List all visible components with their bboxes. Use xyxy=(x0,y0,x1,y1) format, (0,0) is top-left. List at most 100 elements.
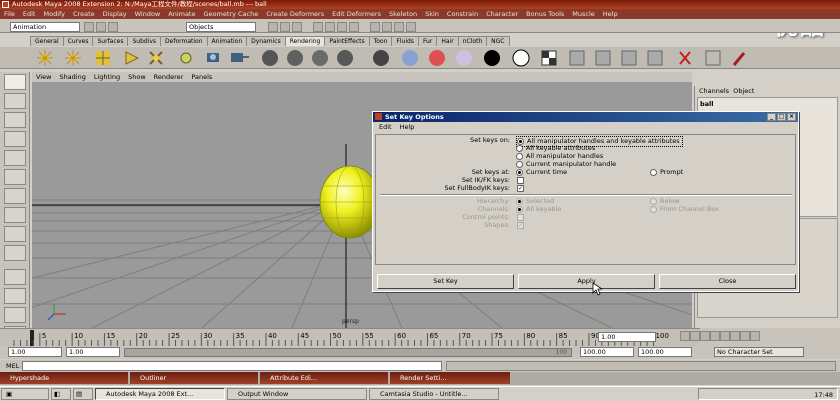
rotate-tool-icon[interactable] xyxy=(3,150,26,166)
camera-icon[interactable] xyxy=(207,53,219,62)
taskbar-maya[interactable]: Autodesk Maya 2008 Ext... xyxy=(95,388,225,400)
minimized-render-settings[interactable]: Render Setti... xyxy=(390,372,510,384)
tab-general[interactable]: General xyxy=(30,36,64,46)
tab-curves[interactable]: Curves xyxy=(62,36,94,46)
dialog-close-button[interactable]: × xyxy=(787,113,796,121)
render-settings-icon[interactable] xyxy=(406,22,417,32)
texture-icon[interactable] xyxy=(569,50,585,66)
play-backward-icon[interactable] xyxy=(710,331,720,341)
shapes-checkbox[interactable]: ✓ xyxy=(517,222,524,229)
dialog-menu-help[interactable]: Help xyxy=(400,123,415,131)
open-scene-icon[interactable] xyxy=(96,22,107,32)
light-linking-icon[interactable] xyxy=(705,50,721,66)
last-tool-icon[interactable] xyxy=(3,245,26,261)
tab-ngc[interactable]: NGC xyxy=(486,36,510,46)
anisotropic-sphere-icon[interactable] xyxy=(373,50,389,66)
checker-icon[interactable] xyxy=(541,50,557,66)
mel-input[interactable] xyxy=(22,361,442,371)
viewport-menu-view[interactable]: View xyxy=(36,73,51,81)
playback-start-field[interactable]: 1.00 xyxy=(66,347,120,357)
set-fullbodyik-checkbox[interactable]: ✓ xyxy=(517,185,524,192)
show-desktop-icon[interactable]: ▤ xyxy=(73,388,93,400)
menu-animate[interactable]: Animate xyxy=(168,10,195,18)
viewport-menu-shading[interactable]: Shading xyxy=(59,73,85,81)
step-back-key-icon[interactable] xyxy=(690,331,700,341)
select-tool-icon[interactable] xyxy=(3,74,26,90)
history-icon[interactable] xyxy=(369,22,380,32)
taskbar-camtasia[interactable]: Camtasia Studio - Untitle... xyxy=(369,388,499,400)
phong-sphere-icon[interactable] xyxy=(312,50,328,66)
sun-icon[interactable] xyxy=(37,50,53,66)
persp-outliner-layout-icon[interactable] xyxy=(3,307,26,323)
minimized-attribute-editor[interactable]: Attribute Edi... xyxy=(260,372,388,384)
tab-rendering[interactable]: Rendering xyxy=(284,36,326,46)
menu-help[interactable]: Help xyxy=(603,10,618,18)
tab-fur[interactable]: Fur xyxy=(417,36,438,46)
ipr-render-icon[interactable] xyxy=(394,22,405,32)
viewport-menu-lighting[interactable]: Lighting xyxy=(94,73,120,81)
selection-mode-dropdown[interactable]: Objects xyxy=(186,22,256,32)
menu-create[interactable]: Create xyxy=(73,10,95,18)
time-slider[interactable]: 5101520253035404550556065707580859095100 xyxy=(0,328,700,347)
camera-aim-icon[interactable] xyxy=(231,53,249,62)
viewport-menu-panels[interactable]: Panels xyxy=(191,73,212,81)
step-forward-frame-icon[interactable] xyxy=(730,331,740,341)
tab-ncloth[interactable]: nCloth xyxy=(457,36,488,46)
spot-light-icon[interactable] xyxy=(125,51,140,65)
menu-muscle[interactable]: Muscle xyxy=(572,10,595,18)
menu-geometry-cache[interactable]: Geometry Cache xyxy=(204,10,259,18)
dialog-minimize-button[interactable]: _ xyxy=(767,113,776,121)
tab-dynamics[interactable]: Dynamics xyxy=(246,36,286,46)
ramp-shader-icon[interactable] xyxy=(429,50,445,66)
menu-edit-deformers[interactable]: Edit Deformers xyxy=(332,10,381,18)
four-view-layout-icon[interactable] xyxy=(3,288,26,304)
menu-skeleton[interactable]: Skeleton xyxy=(389,10,417,18)
menu-create-deformers[interactable]: Create Deformers xyxy=(266,10,324,18)
start-time-field[interactable]: 1.00 xyxy=(8,347,62,357)
delete-icon[interactable] xyxy=(679,51,691,65)
tab-painteffects[interactable]: PaintEffects xyxy=(324,36,370,46)
character-set-dropdown[interactable]: No Character Set xyxy=(714,347,804,357)
minimized-outliner[interactable]: Outliner xyxy=(130,372,258,384)
blinn-sphere-icon[interactable] xyxy=(287,50,303,66)
range-slider[interactable]: 100 xyxy=(124,348,572,357)
render-icon[interactable] xyxy=(381,22,392,32)
set-key-button[interactable]: Set Key xyxy=(377,274,514,289)
minimized-hypershade[interactable]: Hypershade xyxy=(0,372,128,384)
lasso-tool-icon[interactable] xyxy=(3,93,26,109)
tab-fluids[interactable]: Fluids xyxy=(391,36,419,46)
dialog-menu-edit[interactable]: Edit xyxy=(379,123,392,131)
menu-bonus-tools[interactable]: Bonus Tools xyxy=(526,10,564,18)
tab-toon[interactable]: Toon xyxy=(368,36,393,46)
phonge-sphere-icon[interactable] xyxy=(337,50,353,66)
snap-curve-icon[interactable] xyxy=(324,22,335,32)
use-background-icon[interactable] xyxy=(484,50,500,66)
tab-animation[interactable]: Animation xyxy=(206,36,248,46)
menu-modify[interactable]: Modify xyxy=(43,10,65,18)
select-object-icon[interactable] xyxy=(280,22,291,32)
menu-window[interactable]: Window xyxy=(135,10,161,18)
quick-launch-icon[interactable]: ◧ xyxy=(51,388,71,400)
snap-point-icon[interactable] xyxy=(337,22,348,32)
channel-box-menu-channels[interactable]: Channels xyxy=(699,87,729,95)
scale-tool-icon[interactable] xyxy=(3,169,26,185)
set-ikfk-checkbox[interactable] xyxy=(517,177,524,184)
viewport-menu-show[interactable]: Show xyxy=(128,73,146,81)
tab-subdivs[interactable]: Subdivs xyxy=(127,36,162,46)
surface-shader-icon[interactable] xyxy=(456,50,472,66)
menu-skin[interactable]: Skin xyxy=(425,10,439,18)
move-tool-icon[interactable] xyxy=(3,131,26,147)
apply-button[interactable]: Apply xyxy=(518,274,655,289)
snap-view-plane-icon[interactable] xyxy=(349,22,360,32)
start-button[interactable]: ▣ xyxy=(1,388,49,400)
menu-display[interactable]: Display xyxy=(103,10,127,18)
save-scene-icon[interactable] xyxy=(108,22,119,32)
close-button[interactable]: Close xyxy=(659,274,796,289)
menu-constrain[interactable]: Constrain xyxy=(447,10,478,18)
channel-box-menu-object[interactable]: Object xyxy=(733,87,754,95)
lambert-sphere-icon[interactable] xyxy=(262,50,278,66)
dialog-maximize-button[interactable]: □ xyxy=(777,113,786,121)
soft-modification-icon[interactable] xyxy=(3,207,26,223)
layered-shader-icon[interactable] xyxy=(402,50,418,66)
viewport-menu-renderer[interactable]: Renderer xyxy=(154,73,184,81)
